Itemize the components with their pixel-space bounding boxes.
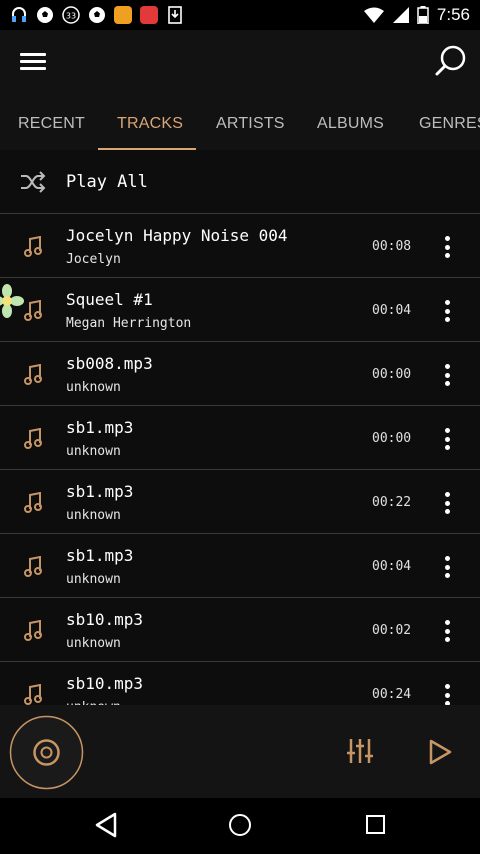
soccer-icon [36, 6, 54, 24]
play-all-row[interactable]: Play All [0, 150, 480, 214]
track-title: sb1.mp3 [66, 546, 134, 565]
track-row[interactable]: sb10.mp3 unknown 00:24 [0, 662, 480, 705]
play-all-label: Play All [66, 172, 148, 192]
tab-bar: RECENT TRACKS ARTISTS ALBUMS GENRES [0, 105, 480, 151]
app-orange-icon [114, 6, 132, 24]
shuffle-icon [21, 171, 46, 193]
track-row[interactable]: sb1.mp3 unknown 00:22 [0, 470, 480, 534]
app-red-icon [140, 6, 158, 24]
back-icon[interactable] [94, 812, 118, 838]
track-row[interactable]: sb1.mp3 unknown 00:04 [0, 534, 480, 598]
track-artist: unknown [66, 636, 121, 651]
track-duration: 00:00 [372, 367, 412, 382]
album-disc-icon[interactable] [9, 715, 84, 790]
music-note-icon [24, 236, 42, 257]
more-options-icon[interactable] [440, 300, 454, 322]
tab-albums[interactable]: ALBUMS [317, 115, 384, 133]
badge-33-icon: 33 [62, 6, 80, 24]
more-options-icon[interactable] [440, 556, 454, 578]
music-note-icon [24, 364, 42, 385]
music-note-icon [24, 492, 42, 513]
hamburger-menu-icon[interactable] [20, 50, 46, 72]
more-options-icon[interactable] [440, 428, 454, 450]
track-duration: 00:08 [372, 239, 412, 254]
signal-icon [392, 7, 409, 23]
more-options-icon[interactable] [440, 236, 454, 258]
music-note-icon [24, 684, 42, 705]
more-options-icon[interactable] [440, 684, 454, 705]
track-row[interactable]: sb1.mp3 unknown 00:00 [0, 406, 480, 470]
track-duration: 00:02 [372, 623, 412, 638]
search-icon[interactable] [434, 44, 468, 78]
track-duration: 00:04 [372, 559, 412, 574]
clock: 7:56 [436, 5, 470, 24]
home-icon[interactable] [229, 814, 251, 836]
track-title: sb10.mp3 [66, 610, 144, 629]
track-title: sb1.mp3 [66, 482, 134, 501]
flower-icon [0, 284, 24, 318]
download-icon [166, 6, 184, 24]
more-options-icon[interactable] [440, 492, 454, 514]
app-header: RECENT TRACKS ARTISTS ALBUMS GENRES [0, 30, 480, 150]
tab-recent[interactable]: RECENT [18, 115, 85, 133]
more-options-icon[interactable] [440, 364, 454, 386]
track-row[interactable]: sb10.mp3 unknown 00:02 [0, 598, 480, 662]
tab-artists[interactable]: ARTISTS [216, 115, 285, 133]
tab-genres[interactable]: GENRES [419, 115, 480, 133]
track-artist: unknown [66, 508, 121, 523]
equalizer-icon[interactable] [346, 737, 374, 765]
track-duration: 00:24 [372, 687, 412, 702]
notification-icons: 33 [10, 6, 184, 24]
track-title: sb1.mp3 [66, 418, 134, 437]
svg-text:33: 33 [66, 12, 76, 21]
wifi-icon [363, 7, 384, 23]
headset-icon [10, 6, 28, 24]
music-note-icon [24, 620, 42, 641]
track-title: sb10.mp3 [66, 674, 144, 693]
track-artist: Megan Herrington [66, 316, 192, 331]
track-artist: unknown [66, 380, 121, 395]
music-note-icon [24, 300, 42, 321]
play-icon[interactable] [428, 739, 452, 765]
track-artist: Jocelyn [66, 252, 121, 267]
soccer-icon [88, 6, 106, 24]
track-title: Squeel #1 [66, 290, 153, 309]
track-artist: unknown [66, 444, 121, 459]
mini-player [0, 705, 480, 798]
track-row[interactable]: Squeel #1 Megan Herrington 00:04 [0, 278, 480, 342]
more-options-icon[interactable] [440, 620, 454, 642]
recent-apps-icon[interactable] [366, 815, 385, 834]
track-duration: 00:22 [372, 495, 412, 510]
music-note-icon [24, 556, 42, 577]
track-title: Jocelyn Happy Noise 004 [66, 226, 288, 245]
track-artist: unknown [66, 572, 121, 587]
track-duration: 00:00 [372, 431, 412, 446]
track-duration: 00:04 [372, 303, 412, 318]
track-row[interactable]: sb008.mp3 unknown 00:00 [0, 342, 480, 406]
tab-tracks[interactable]: TRACKS [117, 115, 183, 133]
track-title: sb008.mp3 [66, 354, 153, 373]
system-nav-bar [0, 798, 480, 854]
battery-icon [417, 6, 429, 24]
status-bar: 33 7:56 [0, 0, 480, 30]
music-note-icon [24, 428, 42, 449]
track-list[interactable]: Play All Jocelyn Happy Noise 004 Jocelyn… [0, 150, 480, 705]
track-row[interactable]: Jocelyn Happy Noise 004 Jocelyn 00:08 [0, 214, 480, 278]
system-status: 7:56 [363, 5, 470, 25]
